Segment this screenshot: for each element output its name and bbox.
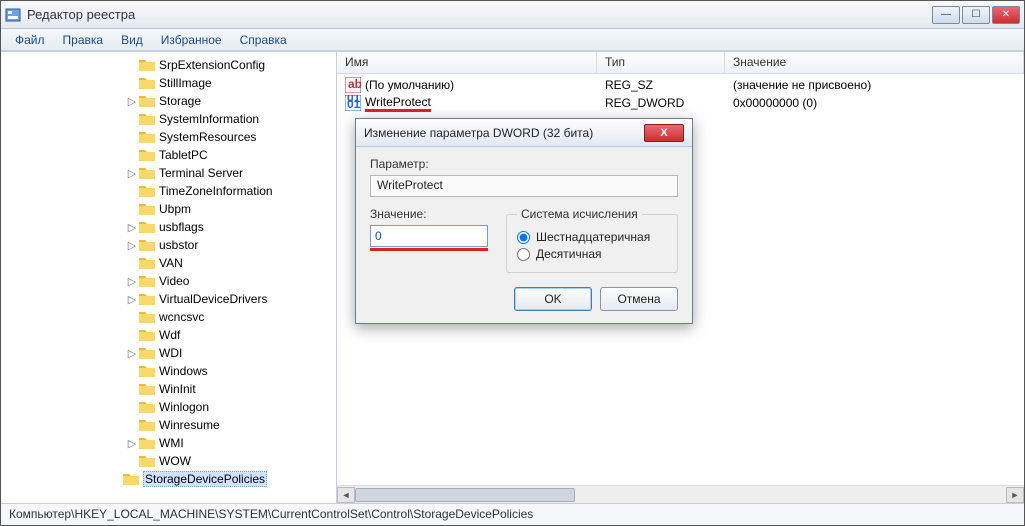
tree-expander[interactable]: ▷	[125, 293, 139, 306]
maximize-button[interactable]: ☐	[962, 6, 990, 24]
tree-item[interactable]: Windows	[1, 362, 336, 380]
value-input[interactable]	[370, 225, 488, 247]
scroll-right-arrow[interactable]: ►	[1006, 487, 1024, 503]
list-header: Имя Тип Значение	[337, 52, 1024, 74]
value-underline-annotation	[370, 248, 488, 251]
tree-item[interactable]: TabletPC	[1, 146, 336, 164]
list-body[interactable]: ab(По умолчанию)REG_SZ(значение не присв…	[337, 74, 1024, 114]
base-fieldset: Система исчисления Шестнадцатеричная Дес…	[506, 207, 678, 273]
tree-item[interactable]: TimeZoneInformation	[1, 182, 336, 200]
tree-item[interactable]: Winresume	[1, 416, 336, 434]
menu-favorites[interactable]: Избранное	[153, 31, 230, 49]
col-name[interactable]: Имя	[337, 52, 597, 73]
tree-item[interactable]: wcncsvc	[1, 308, 336, 326]
tree-expander[interactable]: ▷	[125, 347, 139, 360]
cancel-button[interactable]: Отмена	[600, 287, 678, 311]
minimize-button[interactable]: —	[932, 6, 960, 24]
col-type[interactable]: Тип	[597, 52, 725, 73]
tree-item[interactable]: ▷Terminal Server	[1, 164, 336, 182]
edit-dword-dialog: Изменение параметра DWORD (32 бита) X Па…	[355, 118, 693, 324]
menu-file[interactable]: Файл	[7, 31, 53, 49]
col-value[interactable]: Значение	[725, 52, 1024, 73]
tree-item[interactable]: StorageDevicePolicies	[1, 470, 336, 488]
titlebar: Редактор реестра — ☐ ✕	[1, 1, 1024, 29]
tree-item[interactable]: ▷WMI	[1, 434, 336, 452]
tree-item[interactable]: ▷WDI	[1, 344, 336, 362]
tree-item[interactable]: ▷VirtualDeviceDrivers	[1, 290, 336, 308]
scroll-left-arrow[interactable]: ◄	[337, 487, 355, 503]
tree-item[interactable]: WinInit	[1, 380, 336, 398]
regedit-icon	[5, 7, 21, 23]
tree-expander[interactable]: ▷	[125, 221, 139, 234]
menu-edit[interactable]: Правка	[55, 31, 112, 49]
radio-hex[interactable]	[517, 231, 530, 244]
tree-item[interactable]: SystemResources	[1, 128, 336, 146]
svg-text:ab: ab	[348, 77, 361, 91]
menu-view[interactable]: Вид	[113, 31, 151, 49]
ok-button[interactable]: OK	[514, 287, 592, 311]
list-row[interactable]: ab(По умолчанию)REG_SZ(значение не присв…	[337, 76, 1024, 94]
param-label: Параметр:	[370, 157, 678, 171]
radio-hex-label: Шестнадцатеричная	[536, 230, 650, 244]
tree-item[interactable]: Ubpm	[1, 200, 336, 218]
close-button[interactable]: ✕	[992, 6, 1020, 24]
radio-dec-label: Десятичная	[536, 247, 602, 261]
window-title: Редактор реестра	[27, 7, 932, 22]
dialog-titlebar[interactable]: Изменение параметра DWORD (32 бита) X	[356, 119, 692, 147]
tree-item[interactable]: VAN	[1, 254, 336, 272]
tree-item[interactable]: ▷usbstor	[1, 236, 336, 254]
tree-item[interactable]: SystemInformation	[1, 110, 336, 128]
radio-dec[interactable]	[517, 248, 530, 261]
value-label: Значение:	[370, 207, 488, 221]
tree-expander[interactable]: ▷	[125, 167, 139, 180]
scroll-thumb[interactable]	[355, 488, 575, 502]
menubar: Файл Правка Вид Избранное Справка	[1, 29, 1024, 51]
tree-item[interactable]: SrpExtensionConfig	[1, 56, 336, 74]
list-row[interactable]: 011010WriteProtectREG_DWORD0x00000000 (0…	[337, 94, 1024, 112]
svg-text:010: 010	[347, 97, 361, 111]
tree-expander[interactable]: ▷	[125, 95, 139, 108]
tree-item[interactable]: ▷Video	[1, 272, 336, 290]
tree-item[interactable]: ▷Storage	[1, 92, 336, 110]
menu-help[interactable]: Справка	[232, 31, 295, 49]
tree-item[interactable]: Wdf	[1, 326, 336, 344]
tree-item[interactable]: ▷usbflags	[1, 218, 336, 236]
horizontal-scrollbar[interactable]: ◄ ►	[337, 485, 1024, 503]
tree-pane[interactable]: SrpExtensionConfigStillImage▷StorageSyst…	[1, 52, 337, 503]
tree-expander[interactable]: ▷	[125, 239, 139, 252]
tree-item[interactable]: StillImage	[1, 74, 336, 92]
tree-expander[interactable]: ▷	[125, 275, 139, 288]
tree-expander[interactable]: ▷	[125, 437, 139, 450]
statusbar: Компьютер\HKEY_LOCAL_MACHINE\SYSTEM\Curr…	[1, 503, 1024, 525]
dialog-close-button[interactable]: X	[644, 124, 684, 142]
param-field: WriteProtect	[370, 175, 678, 197]
tree-item[interactable]: WOW	[1, 452, 336, 470]
dialog-title: Изменение параметра DWORD (32 бита)	[364, 126, 644, 140]
base-legend: Система исчисления	[517, 207, 642, 221]
tree-item[interactable]: Winlogon	[1, 398, 336, 416]
